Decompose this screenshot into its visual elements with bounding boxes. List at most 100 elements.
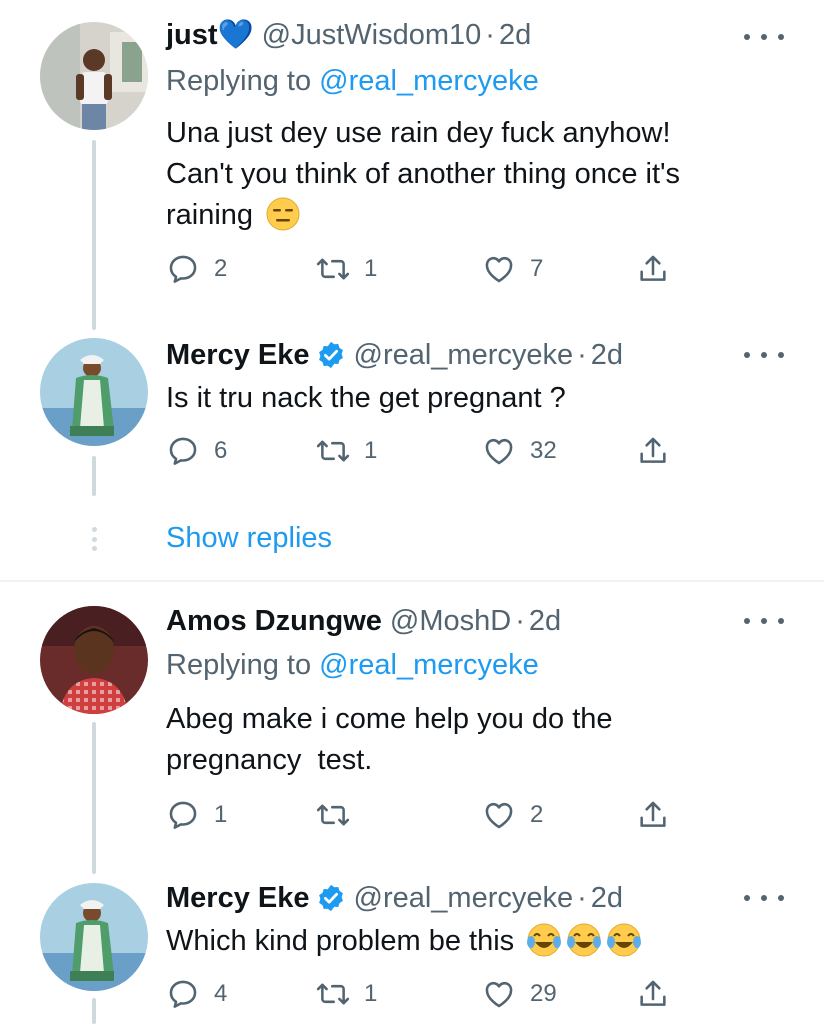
like-button[interactable]: 2 — [482, 798, 543, 832]
reply-button[interactable]: 1 — [166, 798, 227, 832]
retweet-count: 1 — [364, 437, 378, 464]
more-icon[interactable] — [744, 348, 784, 362]
like-count: 7 — [530, 255, 544, 282]
retweet-button[interactable]: 1 — [316, 252, 377, 286]
timestamp[interactable]: 2d — [529, 604, 561, 638]
avatar[interactable] — [40, 606, 148, 714]
retweet-count: 1 — [364, 255, 378, 282]
tweet-text-line: Abeg make i come help you do the — [166, 703, 613, 735]
handle[interactable]: @MoshD — [390, 604, 511, 638]
reply-button[interactable]: 4 — [166, 977, 227, 1011]
more-icon[interactable] — [744, 891, 784, 905]
tweet-text: Una just dey use rain dey fuck anyhow! C… — [166, 113, 776, 236]
tweet-text-line: Una just dey use rain dey fuck anyhow! — [166, 117, 671, 149]
display-name[interactable]: Amos Dzungwe — [166, 604, 382, 638]
avatar[interactable] — [40, 22, 148, 130]
more-icon[interactable] — [744, 614, 784, 628]
reply-icon — [169, 980, 197, 1008]
display-name[interactable]: Mercy Eke — [166, 881, 310, 915]
tweet[interactable]: Mercy Eke @real_mercyeke · 2d Is it tru … — [0, 330, 824, 510]
tweet-header: Amos Dzungwe @MoshD · 2d — [166, 604, 561, 638]
tears-of-joy-emoji: 😂 — [526, 922, 562, 958]
tears-of-joy-emoji: 😂 — [566, 922, 602, 958]
tweet[interactable]: Amos Dzungwe @MoshD · 2d Replying to @re… — [0, 600, 824, 860]
show-replies-link[interactable]: Show replies — [166, 518, 332, 558]
tweet-header: Mercy Eke @real_mercyeke · 2d — [166, 881, 623, 915]
tweet-actions: 1 2 — [166, 798, 686, 838]
separator-dot: · — [577, 339, 587, 371]
tweet-header: just💙 @JustWisdom10 · 2d — [166, 18, 531, 52]
like-button[interactable]: 32 — [482, 434, 557, 468]
like-icon — [485, 438, 513, 465]
tweet-text: Abeg make i come help you do the pregnan… — [166, 699, 776, 781]
share-icon — [640, 255, 666, 281]
handle[interactable]: @real_mercyeke — [354, 881, 574, 915]
share-icon — [640, 437, 666, 463]
separator-dot: · — [577, 882, 587, 914]
replying-to-prefix: Replying to — [166, 65, 320, 97]
tweet-text-line: Is it tru nack the get pregnant ? — [166, 382, 566, 414]
tweet[interactable]: Mercy Eke @real_mercyeke · 2d Which kind… — [0, 875, 824, 1024]
share-button[interactable] — [636, 252, 670, 286]
retweet-icon — [316, 440, 350, 462]
like-count: 32 — [530, 437, 557, 464]
tweet-text: Which kind problem be this 😂 😂 😂 — [166, 921, 776, 962]
more-icon[interactable] — [744, 30, 784, 44]
retweet-button[interactable]: 1 — [316, 434, 377, 468]
tweet-actions: 4 1 29 — [166, 977, 686, 1017]
timestamp[interactable]: 2d — [499, 18, 531, 52]
tweet[interactable]: just💙 @JustWisdom10 · 2d Replying to @re… — [0, 0, 824, 320]
reply-button[interactable]: 2 — [166, 252, 227, 286]
like-count: 2 — [530, 801, 544, 828]
like-icon — [485, 256, 513, 283]
avatar[interactable] — [40, 883, 148, 991]
tweet-text-line: pregnancy test. — [166, 744, 373, 776]
retweet-icon — [316, 983, 350, 1005]
tweet-text-line: raining 😑 — [166, 195, 776, 236]
reply-icon — [169, 437, 197, 465]
timestamp[interactable]: 2d — [591, 338, 623, 372]
like-icon — [485, 802, 513, 829]
share-button[interactable] — [636, 798, 670, 832]
mention-link[interactable]: @real_mercyeke — [319, 649, 539, 681]
reply-count: 1 — [214, 801, 228, 828]
display-name[interactable]: just💙 — [166, 18, 254, 52]
retweet-icon — [316, 804, 350, 826]
like-button[interactable]: 29 — [482, 977, 557, 1011]
handle[interactable]: @JustWisdom10 — [262, 18, 482, 52]
like-icon — [485, 981, 513, 1008]
tweet-text-line: Can't you think of another thing once it… — [166, 158, 681, 190]
reply-icon — [169, 801, 197, 829]
display-name[interactable]: Mercy Eke — [166, 338, 310, 372]
timestamp[interactable]: 2d — [591, 881, 623, 915]
expressionless-face-emoji: 😑 — [265, 196, 301, 232]
avatar[interactable] — [40, 338, 148, 446]
retweet-icon — [316, 258, 350, 280]
tweet-text: Is it tru nack the get pregnant ? — [166, 378, 776, 419]
reply-button[interactable]: 6 — [166, 434, 227, 468]
like-count: 29 — [530, 980, 557, 1007]
separator-dot: · — [515, 605, 525, 637]
tweet-actions: 2 1 7 — [166, 252, 686, 292]
retweet-count: 1 — [364, 980, 378, 1007]
tears-of-joy-emoji: 😂 — [606, 922, 642, 958]
share-icon — [640, 801, 666, 827]
reply-icon — [169, 255, 197, 283]
mention-link[interactable]: @real_mercyeke — [319, 65, 539, 97]
like-button[interactable]: 7 — [482, 252, 543, 286]
replying-to-prefix: Replying to — [166, 649, 320, 681]
retweet-button[interactable]: 1 — [316, 977, 377, 1011]
share-button[interactable] — [636, 977, 670, 1011]
divider — [0, 580, 824, 582]
verified-badge-icon — [316, 883, 346, 913]
replying-to: Replying to @real_mercyeke — [166, 64, 539, 98]
handle[interactable]: @real_mercyeke — [354, 338, 574, 372]
more-replies-dots-icon — [90, 527, 98, 551]
separator-dot: · — [485, 19, 495, 51]
share-button[interactable] — [636, 434, 670, 468]
retweet-button[interactable] — [316, 798, 364, 832]
reply-count: 6 — [214, 437, 228, 464]
tweet-actions: 6 1 32 — [166, 434, 686, 474]
verified-badge-icon — [316, 340, 346, 370]
reply-count: 2 — [214, 255, 228, 282]
